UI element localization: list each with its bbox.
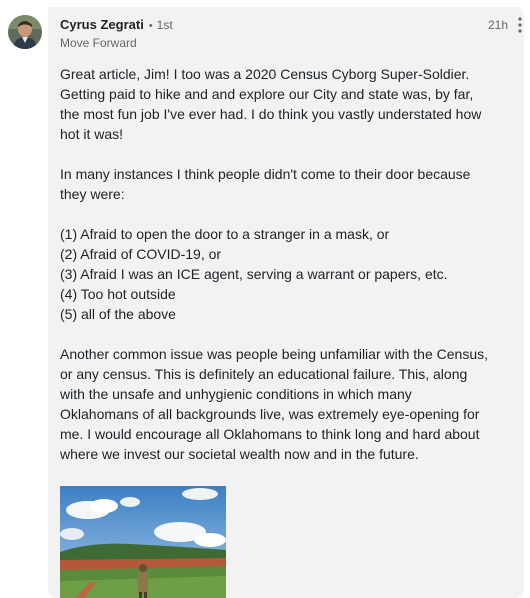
comment-line: In many instances I think people didn't … (60, 166, 471, 182)
comment-line: they were: (60, 186, 125, 202)
comment-line: me. I would encourage all Oklahomans to … (60, 426, 480, 442)
comment-timestamp: 21h (487, 18, 508, 32)
comment-paragraph: Great article, Jim! I too was a 2020 Cen… (60, 64, 508, 144)
comment-line: Another common issue was people being un… (60, 346, 489, 362)
comment-line: with the unsafe and unhygienic condition… (60, 386, 412, 402)
comment-line: hot it was! (60, 126, 124, 142)
comment-paragraph: In many instances I think people didn't … (60, 164, 508, 204)
author-avatar[interactable] (8, 15, 42, 49)
connection-degree: 1st (156, 18, 173, 32)
list-item: (2) Afraid of COVID-19, or (60, 246, 222, 262)
separator-dot: • (148, 20, 153, 32)
list-item: (5) all of the above (60, 306, 176, 322)
comment-line: where we invest our societal wealth now … (60, 446, 419, 462)
comment-line: Oklahomans of all backgrounds live, was … (60, 406, 480, 422)
comment-body: Great article, Jim! I too was a 2020 Cen… (60, 64, 508, 464)
comment-list: (1) Afraid to open the door to a strange… (60, 224, 508, 324)
list-item: (1) Afraid to open the door to a strange… (60, 226, 390, 242)
comment-line: or any census. This is definitely an edu… (60, 366, 468, 382)
comment-line: Getting paid to hike and and explore our… (60, 86, 474, 102)
comment-meta: Cyrus Zegrati • 1st 21h (60, 17, 512, 35)
author-name[interactable]: Cyrus Zegrati (60, 17, 144, 32)
attached-photo[interactable] (60, 486, 226, 598)
comment-line: Great article, Jim! I too was a 2020 Cen… (60, 66, 470, 82)
three-dots-vertical-icon[interactable] (518, 17, 522, 33)
list-item: (4) Too hot outside (60, 286, 176, 302)
list-item: (3) Afraid I was an ICE agent, serving a… (60, 266, 448, 282)
comment-line: the most fun job I've ever had. I do thi… (60, 106, 482, 122)
comment-paragraph: Another common issue was people being un… (60, 344, 508, 464)
author-headline: Move Forward (60, 36, 137, 50)
comment-bubble: Cyrus Zegrati • 1st 21h Move Forward Gre… (48, 7, 524, 598)
